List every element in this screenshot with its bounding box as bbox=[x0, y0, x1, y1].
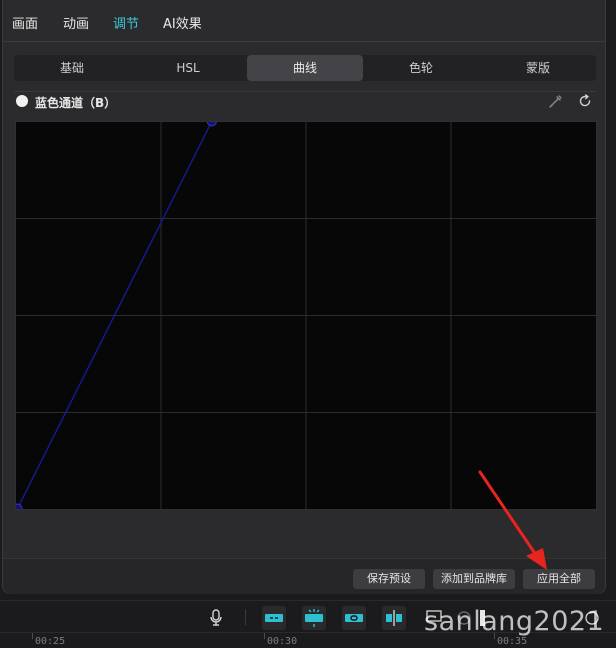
tab-adjust[interactable]: 调节 bbox=[113, 13, 139, 32]
subtab-curves[interactable]: 曲线 bbox=[247, 55, 363, 81]
curve-grid bbox=[16, 122, 596, 509]
channel-radio[interactable] bbox=[16, 95, 28, 107]
channel-row: 蓝色通道（B） bbox=[14, 92, 596, 112]
tab-picture[interactable]: 画面 bbox=[12, 13, 38, 32]
microphone-icon[interactable] bbox=[208, 609, 224, 627]
subtab-basic[interactable]: 基础 bbox=[14, 55, 130, 81]
channel-label: 蓝色通道（B） bbox=[35, 96, 117, 110]
sub-tab-bar: 基础 HSL 曲线 色轮 蒙版 bbox=[14, 55, 596, 81]
watermark: sanlang2021 bbox=[424, 606, 605, 637]
subtab-hsl[interactable]: HSL bbox=[130, 55, 246, 81]
link-clip-icon[interactable] bbox=[262, 606, 286, 630]
panel-edge bbox=[608, 0, 616, 600]
reset-icon[interactable] bbox=[577, 93, 593, 109]
ruler-label: 00:25 bbox=[35, 636, 66, 647]
ruler-tick bbox=[32, 633, 33, 639]
subtab-mask[interactable]: 蒙版 bbox=[480, 55, 596, 81]
link-track-icon[interactable] bbox=[342, 606, 366, 630]
color-picker-icon[interactable] bbox=[548, 93, 564, 109]
tab-ai-effects[interactable]: AI效果 bbox=[163, 13, 202, 32]
adjustment-panel: 画面 动画 调节 AI效果 基础 HSL 曲线 色轮 蒙版 蓝色通道（B） 保存… bbox=[2, 0, 606, 594]
ruler-label: 00:30 bbox=[267, 636, 298, 647]
top-tab-bar: 画面 动画 调节 AI效果 bbox=[3, 0, 605, 42]
ruler-label: 00:35 bbox=[497, 636, 528, 647]
curve-canvas[interactable] bbox=[16, 122, 596, 509]
ruler-tick bbox=[264, 633, 265, 639]
curve-control-point[interactable] bbox=[206, 122, 217, 127]
divider bbox=[245, 609, 246, 625]
action-bar: 保存预设 添加到品牌库 应用全部 bbox=[3, 558, 605, 594]
curve-editor[interactable] bbox=[15, 121, 597, 510]
tab-animation[interactable]: 动画 bbox=[63, 13, 89, 32]
curve-control-point[interactable] bbox=[16, 503, 23, 509]
add-to-brand-library-button[interactable]: 添加到品牌库 bbox=[433, 569, 515, 589]
split-clip-icon[interactable] bbox=[302, 606, 326, 630]
apply-all-button[interactable]: 应用全部 bbox=[523, 569, 595, 589]
align-center-icon[interactable] bbox=[382, 606, 406, 630]
save-preset-button[interactable]: 保存预设 bbox=[353, 569, 425, 589]
subtab-color-wheel[interactable]: 色轮 bbox=[363, 55, 479, 81]
